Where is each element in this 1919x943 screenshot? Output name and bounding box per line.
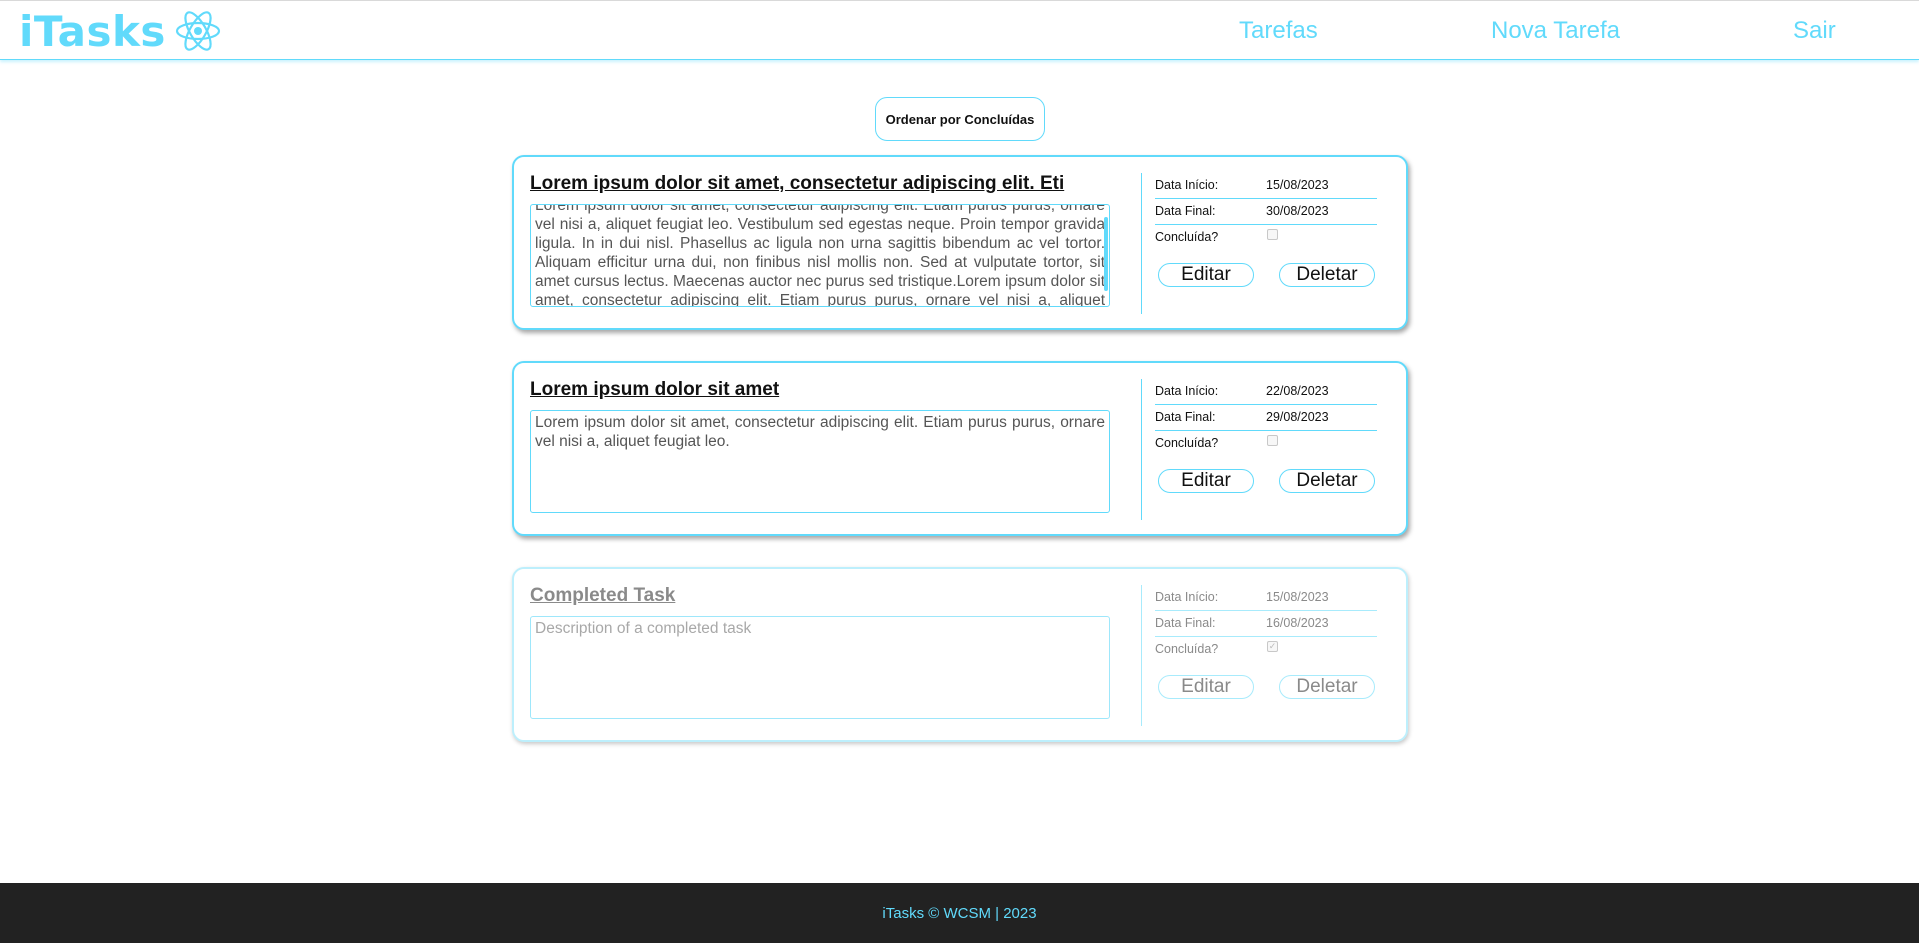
task-description-field[interactable]: Description of a completed task [530, 616, 1110, 719]
end-date-label: Data Final: [1155, 616, 1216, 630]
task-description-text: Lorem ipsum dolor sit amet, consectetur … [535, 204, 1105, 307]
task-description-field[interactable]: Lorem ipsum dolor sit amet, consectetur … [530, 410, 1110, 513]
start-date-label: Data Início: [1155, 590, 1219, 604]
end-date-value: 29/08/2023 [1266, 410, 1329, 424]
sort-by-completed-button[interactable]: Ordenar por Concluídas [875, 97, 1045, 141]
completed-row: Concluída? [1155, 225, 1377, 250]
edit-button[interactable]: Editar [1158, 263, 1254, 287]
start-date-label: Data Início: [1155, 384, 1219, 398]
nav-link-sair[interactable]: Sair [1793, 17, 1836, 45]
card-divider [1141, 379, 1142, 520]
completed-row: Concluída? ✓ [1155, 637, 1377, 662]
delete-button[interactable]: Deletar [1279, 675, 1375, 699]
completed-label: Concluída? [1155, 436, 1219, 450]
start-date-row: Data Início: 15/08/2023 [1155, 585, 1377, 611]
start-date-row: Data Início: 15/08/2023 [1155, 173, 1377, 199]
start-date-value: 22/08/2023 [1266, 384, 1329, 398]
task-card: Lorem ipsum dolor sit amet Lorem ipsum d… [512, 361, 1408, 536]
start-date-label: Data Início: [1155, 178, 1219, 192]
task-description-text: Lorem ipsum dolor sit amet, consectetur … [535, 414, 1105, 450]
end-date-label: Data Final: [1155, 204, 1216, 218]
task-title: Lorem ipsum dolor sit amet [530, 379, 780, 400]
completed-row: Concluída? [1155, 431, 1377, 456]
start-date-row: Data Início: 22/08/2023 [1155, 379, 1377, 405]
end-date-value: 30/08/2023 [1266, 204, 1329, 218]
brand[interactable]: iTasks [19, 5, 222, 57]
end-date-label: Data Final: [1155, 410, 1216, 424]
end-date-row: Data Final: 29/08/2023 [1155, 405, 1377, 431]
edit-button[interactable]: Editar [1158, 469, 1254, 493]
nav-link-tarefas[interactable]: Tarefas [1239, 17, 1318, 45]
task-card-completed: Completed Task Description of a complete… [512, 567, 1408, 742]
end-date-row: Data Final: 30/08/2023 [1155, 199, 1377, 225]
nav-link-nova-tarefa[interactable]: Nova Tarefa [1491, 17, 1620, 45]
completed-label: Concluída? [1155, 642, 1219, 656]
react-atom-icon [175, 11, 221, 51]
task-title: Lorem ipsum dolor sit amet, consectetur … [530, 173, 1065, 194]
task-card: Lorem ipsum dolor sit amet, consectetur … [512, 155, 1408, 330]
task-description-text: Description of a completed task [535, 620, 752, 637]
task-description-field[interactable]: Lorem ipsum dolor sit amet, consectetur … [530, 204, 1110, 307]
top-navbar: iTasks Tarefas Nova Tarefa Sair [0, 0, 1919, 60]
completed-label: Concluída? [1155, 230, 1219, 244]
completed-checkbox-checked[interactable]: ✓ [1267, 641, 1278, 652]
end-date-value: 16/08/2023 [1266, 616, 1329, 630]
start-date-value: 15/08/2023 [1266, 590, 1329, 604]
card-divider [1141, 173, 1142, 314]
edit-button[interactable]: Editar [1158, 675, 1254, 699]
completed-checkbox[interactable] [1267, 435, 1278, 446]
end-date-row: Data Final: 16/08/2023 [1155, 611, 1377, 637]
footer-text: iTasks © WCSM | 2023 [882, 904, 1037, 922]
delete-button[interactable]: Deletar [1279, 469, 1375, 493]
task-title: Completed Task [530, 585, 676, 606]
card-divider [1141, 585, 1142, 726]
delete-button[interactable]: Deletar [1279, 263, 1375, 287]
footer: iTasks © WCSM | 2023 [0, 883, 1919, 943]
start-date-value: 15/08/2023 [1266, 178, 1329, 192]
description-scrollbar[interactable] [1104, 217, 1108, 291]
brand-name[interactable]: iTasks [19, 7, 166, 56]
completed-checkbox[interactable] [1267, 229, 1278, 240]
